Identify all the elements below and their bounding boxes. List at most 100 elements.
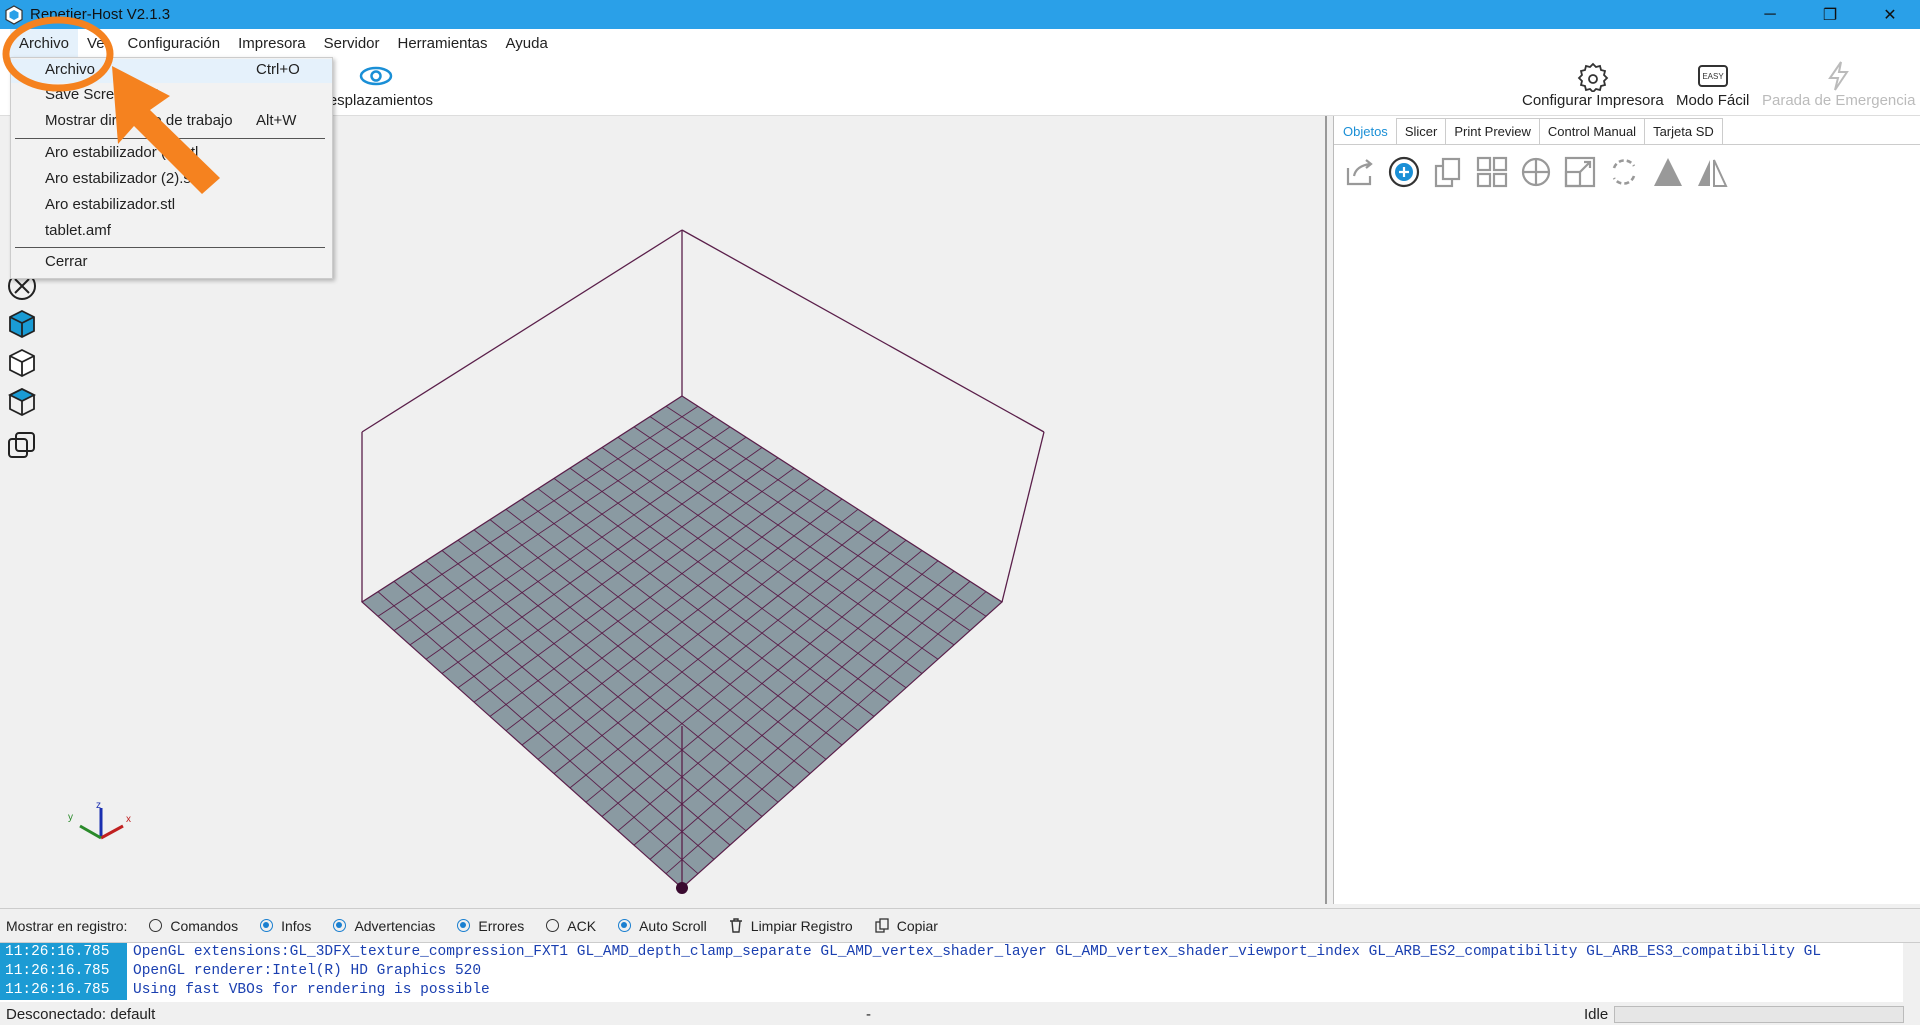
log-timestamp: 11:26:16.785 <box>0 962 127 981</box>
panel-tabs: Objetos Slicer Print Preview Control Man… <box>1334 118 1723 144</box>
trash-icon <box>729 918 742 933</box>
minimize-button[interactable]: ─ <box>1740 0 1800 29</box>
tab-slicer[interactable]: Slicer <box>1395 118 1447 144</box>
copy-icon <box>875 918 889 933</box>
tab-divider <box>1334 144 1920 145</box>
easy-mode-icon: EASY <box>1697 65 1728 87</box>
log-message: Using fast VBOs for rendering is possibl… <box>133 982 490 998</box>
autoscroll-radio[interactable] <box>618 919 632 932</box>
tab-print-preview[interactable]: Print Preview <box>1445 118 1540 144</box>
menu-item-mostrar-directorio[interactable]: Mostrar directorio de trabajo Alt+W <box>11 110 332 134</box>
log-ack-option[interactable]: ACK <box>546 918 596 934</box>
cut-object-icon[interactable] <box>1650 154 1686 190</box>
copiar-button[interactable]: Copiar <box>875 918 938 934</box>
object-tools <box>1342 154 1730 190</box>
eye-icon <box>359 66 392 86</box>
export-icon[interactable] <box>1342 154 1378 190</box>
ack-radio[interactable] <box>546 919 560 932</box>
log-timestamp: 11:26:16.785 <box>0 943 127 962</box>
gear-icon <box>1577 62 1609 92</box>
repetier-logo-icon <box>5 4 23 25</box>
mirror-object-icon[interactable] <box>1694 154 1730 190</box>
ack-label: ACK <box>567 917 597 934</box>
menu-item-recent-3[interactable]: Aro estabilizador.stl <box>11 194 332 218</box>
tab-objetos[interactable]: Objetos <box>1334 118 1397 144</box>
advertencias-radio[interactable] <box>333 919 347 932</box>
log-area[interactable]: 11:26:16.785 OpenGL extensions:GL_3DFX_te… <box>0 942 1920 1002</box>
printer-state: Idle <box>1584 1006 1609 1023</box>
maximize-button[interactable]: ❐ <box>1800 0 1860 29</box>
lightning-icon <box>1827 61 1849 91</box>
desplazamientos-label: Desplazamientos <box>318 92 434 109</box>
menu-impresora[interactable]: Impresora <box>229 29 315 58</box>
log-row: 11:26:16.785 OpenGL renderer:Intel(R) HD … <box>0 962 1920 981</box>
origin-marker <box>676 882 688 894</box>
advertencias-label: Advertencias <box>354 917 436 934</box>
window-title: Repetier-Host V2.1.3 <box>30 6 171 23</box>
menu-ver[interactable]: Ver <box>78 29 119 58</box>
configurar-impresora-label: Configurar Impresora <box>1522 92 1664 109</box>
menu-item-recent-1[interactable]: Aro estabilizador (3).stl <box>11 142 332 166</box>
comandos-label: Comandos <box>170 917 239 934</box>
infos-label: Infos <box>281 917 312 934</box>
menu-archivo[interactable]: Archivo <box>10 29 79 58</box>
menu-item-cerrar[interactable]: Cerrar <box>11 251 332 275</box>
log-scrollbar[interactable] <box>1903 943 1920 1002</box>
menu-ayuda[interactable]: Ayuda <box>497 29 557 58</box>
comandos-radio[interactable] <box>149 919 163 932</box>
menu-separator <box>15 247 325 248</box>
tab-control-manual[interactable]: Control Manual <box>1538 118 1646 144</box>
log-advertencias-option[interactable]: Advertencias <box>333 918 435 934</box>
log-options-label: Mostrar en registro: <box>6 917 128 934</box>
errores-label: Errores <box>478 917 525 934</box>
log-comandos-option[interactable]: Comandos <box>149 918 238 934</box>
modo-facil-button[interactable]: EASY Modo Fácil <box>1676 60 1749 109</box>
menu-servidor[interactable]: Servidor <box>315 29 389 58</box>
close-button[interactable]: ✕ <box>1860 0 1920 29</box>
menu-item-save-screenshot[interactable]: Save Screenshot <box>11 84 332 108</box>
center-object-icon[interactable] <box>1518 154 1554 190</box>
svg-text:x: x <box>126 814 131 825</box>
desplazamientos-button[interactable]: Desplazamientos <box>318 60 433 109</box>
rotate-object-icon[interactable] <box>1606 154 1642 190</box>
copy-object-icon[interactable] <box>1430 154 1466 190</box>
menu-item-recent-2[interactable]: Aro estabilizador (2).stl <box>11 168 332 192</box>
modo-facil-label: Modo Fácil <box>1676 92 1750 109</box>
menu-separator <box>15 138 325 139</box>
status-middle: - <box>866 1006 871 1023</box>
menu-configuracion[interactable]: Configuración <box>119 29 230 58</box>
log-errores-option[interactable]: Errores <box>457 918 524 934</box>
limpiar-label: Limpiar Registro <box>750 917 853 934</box>
limpiar-registro-button[interactable]: Limpiar Registro <box>729 918 853 934</box>
right-panel: Objetos Slicer Print Preview Control Man… <box>1333 116 1920 904</box>
parada-emergencia-button[interactable]: Parada de Emergencia <box>1762 60 1915 109</box>
log-options-bar: Mostrar en registro: Comandos Infos Adve… <box>0 908 1920 942</box>
svg-text:y: y <box>68 812 73 823</box>
title-bar: Repetier-Host V2.1.3 ─ ❐ ✕ <box>0 0 1920 29</box>
menu-item-abrir[interactable]: Archivo Ctrl+O <box>11 59 332 83</box>
log-autoscroll-option[interactable]: Auto Scroll <box>618 918 707 934</box>
errores-radio[interactable] <box>457 919 471 932</box>
menu-item-recent-4[interactable]: tablet.amf <box>11 220 332 244</box>
tab-tarjeta-sd[interactable]: Tarjeta SD <box>1644 118 1723 144</box>
axis-gizmo: z x y <box>68 800 131 840</box>
connection-status: Desconectado: default <box>6 1006 156 1023</box>
file-menu-dropdown: Archivo Ctrl+O Save Screenshot Mostrar di… <box>10 57 333 279</box>
parada-emergencia-label: Parada de Emergencia <box>1762 92 1916 109</box>
parallel-view-icon[interactable] <box>6 430 38 462</box>
svg-text:z: z <box>96 800 101 811</box>
scale-object-icon[interactable] <box>1562 154 1598 190</box>
autoscroll-label: Auto Scroll <box>639 917 707 934</box>
view-cube-top-icon[interactable] <box>6 308 38 340</box>
view-cube-side-icon[interactable] <box>6 386 38 418</box>
menu-herramientas[interactable]: Herramientas <box>389 29 497 58</box>
autoposition-icon[interactable] <box>1474 154 1510 190</box>
svg-text:EASY: EASY <box>1702 72 1724 81</box>
add-object-icon[interactable] <box>1386 154 1422 190</box>
view-cube-front-icon[interactable] <box>6 347 38 379</box>
log-infos-option[interactable]: Infos <box>260 918 311 934</box>
configurar-impresora-button[interactable]: Configurar Impresora <box>1522 60 1664 109</box>
log-row: 11:26:16.785 OpenGL extensions:GL_3DFX_te… <box>0 943 1920 962</box>
progress-bar <box>1614 1006 1904 1023</box>
infos-radio[interactable] <box>260 919 274 932</box>
